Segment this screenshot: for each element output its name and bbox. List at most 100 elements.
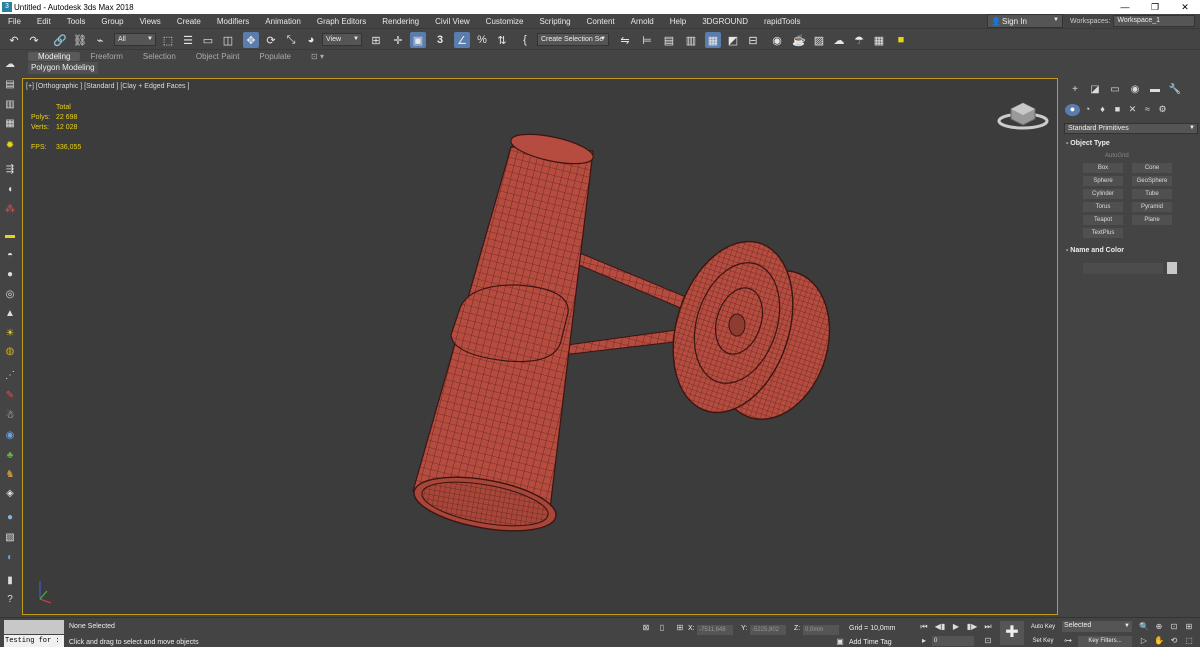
mini-listener[interactable] [4, 620, 64, 634]
zoom-icon[interactable]: 🔍 [1138, 621, 1150, 632]
maximize-button[interactable]: ❐ [1140, 0, 1170, 14]
syringe-icon[interactable]: ✎ [3, 388, 17, 402]
hemisphere-icon[interactable]: ◓ [3, 248, 17, 262]
field-of-view-icon[interactable]: ▷ [1138, 635, 1150, 646]
curve-editor-icon[interactable]: ◩ [725, 32, 741, 48]
material-editor-icon[interactable]: ◉ [769, 32, 785, 48]
helpers-icon[interactable]: ✕ [1125, 104, 1140, 116]
systems-icon[interactable]: ⚙ [1155, 104, 1170, 116]
box-button[interactable]: Box [1083, 163, 1123, 173]
rendered-frame-window-icon[interactable]: ▨ [811, 32, 827, 48]
menu-3dground[interactable]: 3DGROUND [694, 17, 756, 26]
next-frame-icon[interactable]: ▮▶ [966, 621, 978, 632]
absolute-mode-icon[interactable]: ⊞ [674, 622, 686, 633]
plane-button[interactable]: Plane [1132, 215, 1172, 225]
select-scale-icon[interactable]: ⤡ [283, 32, 299, 48]
render-activeshade-icon[interactable]: ☂ [851, 32, 867, 48]
object-color-swatch[interactable] [1167, 262, 1177, 274]
set-key-button[interactable]: Set Key [1028, 636, 1058, 647]
torus-button[interactable]: Torus [1083, 202, 1123, 212]
plane-icon[interactable]: ▬ [3, 228, 17, 242]
spinner-snap-icon[interactable]: ⇅ [494, 32, 510, 48]
align-icon[interactable]: ⊨ [639, 32, 655, 48]
menu-group[interactable]: Group [93, 17, 131, 26]
keyboard-shortcut-override-icon[interactable]: ▣ [410, 32, 426, 48]
viewcube-icon[interactable] [997, 102, 1049, 130]
primitive-category-select[interactable]: Standard Primitives ▼ [1064, 123, 1198, 134]
close-button[interactable]: ✕ [1170, 0, 1200, 14]
bind-spacewarp-icon[interactable]: ⌁ [92, 32, 108, 48]
select-move-icon[interactable]: ✥ [243, 32, 259, 48]
key-filters-button[interactable]: Key Filters... [1078, 636, 1132, 647]
zoom-extents-icon[interactable]: ⊡ [1168, 621, 1180, 632]
cone-button[interactable]: Cone [1132, 163, 1172, 173]
sky-icon[interactable]: ◍ [3, 344, 17, 358]
sphere-icon[interactable]: ● [3, 267, 17, 281]
connect-icon[interactable]: ⇶ [3, 162, 17, 176]
select-by-name-icon[interactable]: ☰ [180, 32, 196, 48]
perspective-viewport[interactable]: [+] [Orthographic ] [Standard ] [Clay + … [22, 78, 1058, 615]
percent-snap-icon[interactable]: % [474, 32, 490, 48]
goto-start-icon[interactable]: ⏮ [918, 621, 930, 632]
menu-animation[interactable]: Animation [257, 17, 309, 26]
maxscript-listener-field[interactable]: Testing for : [4, 635, 64, 647]
sphere-button[interactable]: Sphere [1083, 176, 1123, 186]
menu-rapidtools[interactable]: rapidTools [756, 17, 808, 26]
render-production-icon[interactable]: ☁ [831, 32, 847, 48]
plugin-icon[interactable]: ■ [893, 32, 909, 48]
key-mode-icon[interactable]: ▸ [918, 635, 930, 646]
teapot-button[interactable]: Teapot [1083, 215, 1123, 225]
create-tab-icon[interactable]: + [1065, 84, 1085, 98]
document-icon[interactable]: ▮ [3, 573, 17, 587]
rect-selection-icon[interactable]: ▭ [200, 32, 216, 48]
y-coordinate-field[interactable]: -5225,802 [750, 625, 786, 635]
play-icon[interactable]: ▶ [950, 621, 962, 632]
mirror-icon[interactable]: ⇋ [617, 32, 633, 48]
audio-icon[interactable]: ◖ [3, 182, 17, 196]
zoom-all-icon[interactable]: ⊕ [1153, 621, 1165, 632]
menu-file[interactable]: File [0, 17, 29, 26]
ribbon-tab-freeform[interactable]: Freeform [80, 52, 132, 61]
key-filter-icon[interactable]: ⊶ [1062, 635, 1074, 646]
previous-frame-icon[interactable]: ◀▮ [934, 621, 946, 632]
sign-icon[interactable]: ▧ [3, 530, 17, 544]
sun-icon[interactable]: ☀ [3, 326, 17, 340]
manipulate-icon[interactable]: ✛ [390, 32, 406, 48]
time-config-icon[interactable]: ⊡ [982, 635, 994, 646]
menu-graph-editors[interactable]: Graph Editors [309, 17, 374, 26]
render-grid-icon[interactable]: ▦ [871, 32, 887, 48]
minimize-button[interactable]: — [1110, 0, 1140, 14]
select-object-icon[interactable]: ⬚ [160, 32, 176, 48]
layers-icon[interactable]: ▥ [3, 97, 17, 111]
display-tab-icon[interactable]: ▬ [1145, 84, 1165, 98]
ribbon-options-icon[interactable]: ⊡ ▾ [301, 52, 334, 61]
pan-icon[interactable]: ✋ [1153, 635, 1165, 646]
key-mode-select[interactable]: Selected ▼ [1062, 621, 1132, 632]
sign-in-dropdown[interactable]: 👤 Sign In ▼ [987, 14, 1063, 28]
snaps-toggle-icon[interactable]: 3 [432, 32, 448, 48]
pivot-center-icon[interactable]: ⊞ [368, 32, 384, 48]
redo-icon[interactable]: ↷ [26, 32, 42, 48]
window-crossing-icon[interactable]: ◫ [220, 32, 236, 48]
name-and-color-rollout[interactable]: - Name and Color [1066, 245, 1124, 256]
lock-selection-icon[interactable]: ⊠ [640, 622, 652, 633]
selection-filter-select[interactable]: All ▼ [114, 33, 156, 46]
goto-end-icon[interactable]: ⏭ [982, 621, 994, 632]
cylinder-button[interactable]: Cylinder [1083, 189, 1123, 199]
menu-create[interactable]: Create [169, 17, 209, 26]
viewport-layout-icon[interactable]: ☁ [3, 57, 17, 71]
isolate-icon[interactable]: ▯ [656, 622, 668, 633]
polygon-modeling-panel[interactable]: Polygon Modeling [28, 62, 98, 74]
select-rotate-icon[interactable]: ⟳ [263, 32, 279, 48]
ribbon-tab-populate[interactable]: Populate [249, 52, 301, 61]
reference-coordinate-select[interactable]: View ▼ [322, 33, 362, 46]
eye-icon[interactable]: ◎ [3, 287, 17, 301]
x-coordinate-field[interactable]: -7511,648 [697, 625, 733, 635]
menu-modifiers[interactable]: Modifiers [209, 17, 257, 26]
hair-icon[interactable]: ⋰ [3, 368, 17, 382]
modify-tab-icon[interactable]: ◪ [1085, 84, 1105, 98]
ribbon-tab-selection[interactable]: Selection [133, 52, 186, 61]
hierarchy-tab-icon[interactable]: ▭ [1105, 84, 1125, 98]
menu-customize[interactable]: Customize [478, 17, 532, 26]
object-type-rollout[interactable]: - Object Type [1066, 138, 1110, 149]
